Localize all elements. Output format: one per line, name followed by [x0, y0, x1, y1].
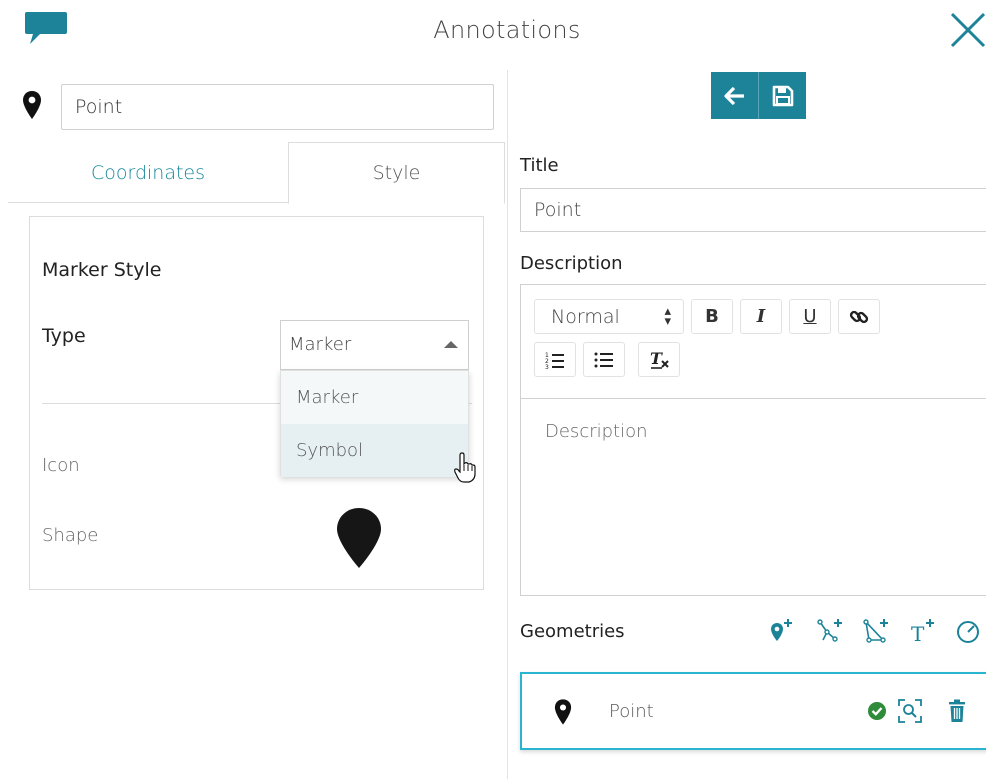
geometry-valid-indicator: [864, 696, 890, 726]
svg-text:3: 3: [545, 364, 549, 369]
dialog-title: Annotations: [433, 16, 581, 44]
add-point-icon: [771, 619, 792, 641]
tabs: Coordinates Style: [8, 142, 505, 204]
annotation-name-input[interactable]: [61, 84, 494, 130]
save-button[interactable]: [759, 72, 806, 119]
description-label: Description: [520, 253, 623, 274]
list-bullet-icon: [594, 352, 613, 367]
add-line-button[interactable]: [814, 616, 848, 646]
add-circle-button[interactable]: [952, 616, 986, 646]
tab-style[interactable]: Style: [288, 142, 505, 204]
type-option-marker[interactable]: Marker: [281, 371, 468, 424]
close-icon[interactable]: [946, 8, 986, 52]
add-text-icon: T: [911, 619, 934, 644]
shape-label: Shape: [42, 525, 99, 546]
trash-icon: [949, 699, 965, 722]
bullet-list-button[interactable]: [583, 342, 625, 377]
description-editor: Normal ▴ ▾ B I U 1 2 3 T Description: [520, 284, 986, 596]
icon-label: Icon: [42, 455, 80, 476]
geometry-name: Point: [609, 701, 654, 722]
italic-button[interactable]: I: [740, 299, 782, 334]
type-select[interactable]: Marker: [280, 320, 469, 370]
type-select-value: Marker: [289, 334, 352, 355]
link-button[interactable]: [838, 299, 880, 334]
add-circle-icon: [957, 621, 979, 643]
format-select-value: Normal: [551, 305, 620, 328]
geometries-label: Geometries: [520, 621, 625, 642]
title-input[interactable]: [520, 188, 986, 232]
link-icon: [849, 310, 869, 323]
geometry-item[interactable]: Point: [520, 672, 986, 750]
check-icon: [868, 702, 886, 720]
tab-coordinates[interactable]: Coordinates: [8, 142, 288, 203]
add-line-icon: [817, 619, 842, 642]
type-label: Type: [42, 325, 86, 347]
type-option-symbol[interactable]: Symbol: [281, 424, 468, 477]
type-options-list: Marker Symbol: [280, 370, 469, 477]
add-text-button[interactable]: T: [906, 616, 940, 646]
edit-actions: [711, 72, 806, 119]
ordered-list-button[interactable]: 1 2 3: [534, 342, 576, 377]
marker-shape-preview[interactable]: [336, 507, 382, 569]
editor-toolbar: Normal ▴ ▾ B I U 1 2 3 T: [521, 285, 986, 399]
format-select[interactable]: Normal ▴ ▾: [534, 299, 684, 334]
add-point-button[interactable]: [766, 616, 800, 646]
updown-icon: ▴ ▾: [664, 304, 671, 329]
zoom-to-icon: [898, 699, 922, 723]
panel-divider: [507, 70, 508, 779]
delete-geometry-button[interactable]: [944, 696, 970, 726]
back-arrow-icon: [723, 86, 744, 105]
clear-format-icon: T: [650, 350, 669, 369]
description-placeholder[interactable]: Description: [545, 421, 648, 442]
back-button[interactable]: [711, 72, 758, 119]
clear-format-button[interactable]: T: [638, 342, 680, 377]
save-icon: [772, 85, 793, 106]
list-ordered-icon: 1 2 3: [545, 352, 564, 369]
caret-up-icon: [444, 341, 458, 348]
marker-style-heading: Marker Style: [42, 259, 162, 281]
add-polygon-icon: [863, 619, 888, 643]
svg-text:T: T: [911, 622, 925, 644]
underline-button[interactable]: U: [789, 299, 831, 334]
bold-button[interactable]: B: [691, 299, 733, 334]
svg-text:T: T: [650, 350, 663, 368]
zoom-to-button[interactable]: [897, 696, 923, 726]
dialog-header: Annotations: [0, 0, 986, 62]
title-label: Title: [520, 155, 559, 176]
map-pin-icon: [554, 699, 572, 725]
add-polygon-button[interactable]: [860, 616, 894, 646]
hand-cursor-icon: [454, 452, 476, 483]
map-pin-icon: [23, 91, 41, 119]
